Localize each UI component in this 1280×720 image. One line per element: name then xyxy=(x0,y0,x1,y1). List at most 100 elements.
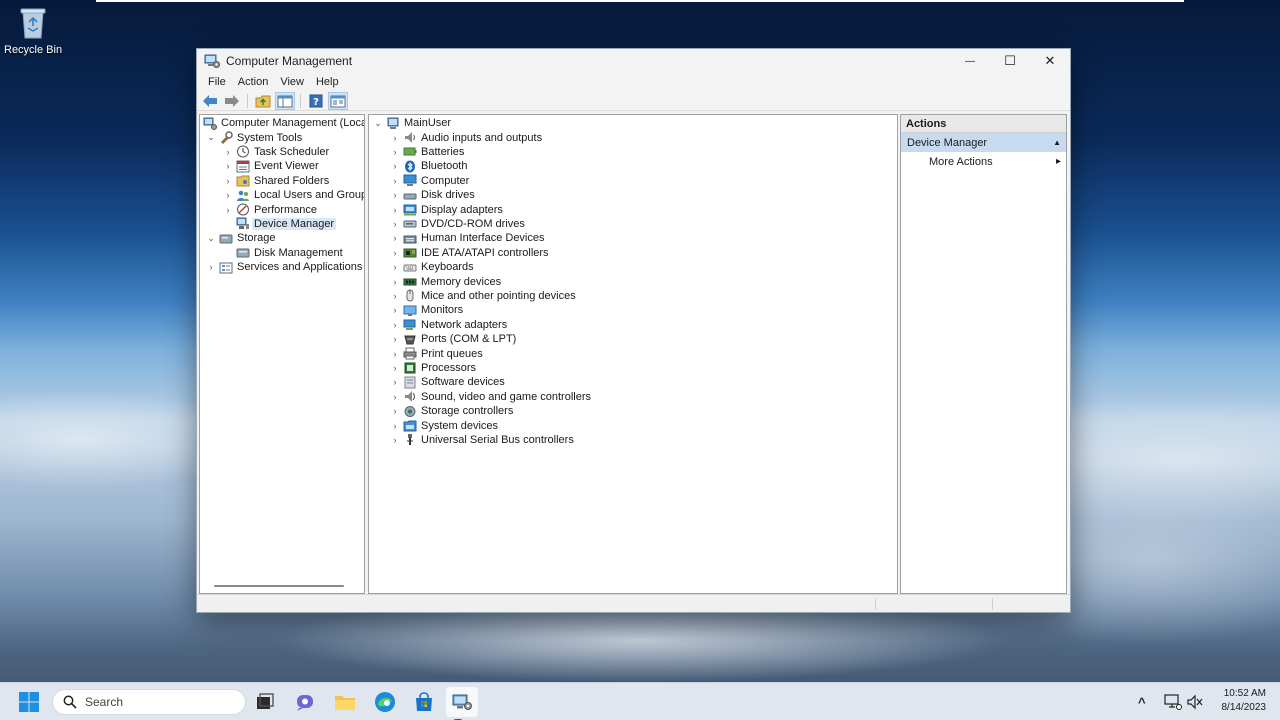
menu-file[interactable]: File xyxy=(202,76,232,88)
collapsed-chevron-icon[interactable]: › xyxy=(223,147,233,157)
collapsed-chevron-icon[interactable]: › xyxy=(390,147,400,157)
maximize-button[interactable]: ☐ xyxy=(990,49,1030,73)
console-tree-item[interactable]: › Shared Folders xyxy=(223,174,329,188)
device-tree-root[interactable]: ⌄ MainUser xyxy=(373,116,451,130)
collapsed-chevron-icon[interactable] xyxy=(223,248,233,258)
back-button[interactable] xyxy=(200,92,220,110)
edge-browser-button[interactable] xyxy=(373,690,397,714)
device-category-item[interactable]: › Display adapters xyxy=(390,202,503,216)
collapsed-chevron-icon[interactable]: › xyxy=(390,176,400,186)
expanded-chevron-icon[interactable]: ⌄ xyxy=(206,233,216,243)
console-tree-item[interactable]: ⌄ System Tools xyxy=(206,130,302,145)
device-category-item[interactable]: › Print queues xyxy=(390,346,483,360)
menu-action[interactable]: Action xyxy=(232,76,275,88)
device-category-item[interactable]: › Batteries xyxy=(390,145,465,159)
menu-help[interactable]: Help xyxy=(310,76,345,88)
menu-view[interactable]: View xyxy=(274,76,310,88)
collapsed-chevron-icon[interactable]: › xyxy=(223,176,233,186)
recycle-bin-desktop-icon[interactable]: Recycle Bin xyxy=(4,6,62,56)
device-category-item[interactable]: › Universal Serial Bus controllers xyxy=(390,433,574,447)
console-tree-item[interactable]: Disk Management xyxy=(223,246,343,260)
collapsed-chevron-icon[interactable]: › xyxy=(390,305,400,315)
device-category-item[interactable]: › Monitors xyxy=(390,303,464,317)
device-category-item[interactable]: › Processors xyxy=(390,361,476,375)
device-tree-pane[interactable]: ⌄ MainUser › Audio inputs and outputs › Batte… xyxy=(368,114,898,594)
device-category-item[interactable]: › Computer xyxy=(390,174,469,188)
collapsed-chevron-icon[interactable]: › xyxy=(390,406,400,416)
collapsed-chevron-icon[interactable]: › xyxy=(390,291,400,301)
task-view-button[interactable] xyxy=(253,690,277,714)
expanded-chevron-icon[interactable]: ⌄ xyxy=(206,132,216,143)
show-hide-console-tree-button[interactable] xyxy=(275,91,295,110)
show-hidden-icons-button[interactable]: ^ xyxy=(1138,683,1146,720)
minimize-button[interactable]: — xyxy=(950,49,990,73)
network-status-button[interactable] xyxy=(1164,683,1182,720)
collapsed-chevron-icon[interactable]: › xyxy=(390,233,400,243)
collapsed-chevron-icon[interactable]: › xyxy=(390,161,400,171)
close-button[interactable]: ✕ xyxy=(1030,49,1070,73)
collapsed-chevron-icon[interactable] xyxy=(223,219,233,229)
start-button[interactable] xyxy=(17,690,41,714)
collapsed-chevron-icon[interactable]: › xyxy=(390,248,400,258)
properties-button[interactable] xyxy=(328,91,348,110)
collapsed-chevron-icon[interactable]: › xyxy=(390,205,400,215)
help-button[interactable]: ? xyxy=(306,92,326,110)
device-category-item[interactable]: › System devices xyxy=(390,418,498,432)
device-category-item[interactable]: › Audio inputs and outputs xyxy=(390,130,543,144)
teams-chat-button[interactable] xyxy=(294,690,318,714)
collapsed-chevron-icon[interactable]: › xyxy=(223,205,233,215)
collapsed-chevron-icon[interactable]: › xyxy=(390,334,400,344)
device-category-item[interactable]: › Storage controllers xyxy=(390,404,514,418)
console-tree-item[interactable]: ⌄ Storage xyxy=(206,231,275,245)
forward-button[interactable] xyxy=(222,92,242,110)
collapsed-chevron-icon[interactable]: › xyxy=(390,190,400,200)
console-tree-pane[interactable]: Computer Management (Local ⌄ System Tools ›… xyxy=(199,114,365,594)
device-category-item[interactable]: › Keyboards xyxy=(390,260,474,274)
device-category-item[interactable]: › Disk drives xyxy=(390,188,475,202)
collapsed-chevron-icon[interactable]: › xyxy=(390,320,400,330)
collapsed-chevron-icon[interactable]: › xyxy=(390,133,400,143)
file-explorer-button[interactable] xyxy=(333,690,357,714)
microsoft-store-button[interactable] xyxy=(412,690,436,714)
device-category-item[interactable]: › Network adapters xyxy=(390,318,508,332)
console-tree-item[interactable]: › Local Users and Groups xyxy=(223,188,365,202)
device-category-item[interactable]: › Sound, video and game controllers xyxy=(390,390,592,404)
console-tree-item[interactable]: › Task Scheduler xyxy=(223,145,329,159)
collapsed-chevron-icon[interactable]: › xyxy=(390,349,400,359)
device-category-item[interactable]: › Memory devices xyxy=(390,274,502,288)
console-tree-item[interactable]: Device Manager xyxy=(223,217,337,231)
collapsed-chevron-icon[interactable]: › xyxy=(390,377,400,387)
taskbar-clock[interactable]: 10:52 AM 8/14/2023 xyxy=(1222,687,1267,715)
collapsed-chevron-icon[interactable]: › xyxy=(390,435,400,445)
title-bar[interactable]: Computer Management — ☐ ✕ xyxy=(197,49,1070,73)
taskbar-search-box[interactable]: Search xyxy=(52,689,246,715)
collapsed-chevron-icon[interactable]: › xyxy=(390,363,400,373)
device-category-item[interactable]: › IDE ATA/ATAPI controllers xyxy=(390,246,549,260)
collapsed-chevron-icon[interactable]: › xyxy=(390,262,400,272)
device-category-item[interactable]: › Mice and other pointing devices xyxy=(390,289,576,303)
up-one-level-button[interactable] xyxy=(253,92,273,110)
collapse-up-icon[interactable]: ▲ xyxy=(1053,138,1061,147)
device-category-item[interactable]: › Ports (COM & LPT) xyxy=(390,332,517,346)
collapsed-chevron-icon[interactable]: › xyxy=(390,277,400,287)
volume-button[interactable] xyxy=(1186,683,1204,720)
device-category-item[interactable]: › Human Interface Devices xyxy=(390,231,545,245)
computer-management-taskbar-button[interactable] xyxy=(446,687,478,720)
console-tree-item[interactable]: › Services and Applications xyxy=(206,260,362,274)
collapsed-chevron-icon[interactable]: › xyxy=(390,421,400,431)
console-tree-item[interactable]: › Event Viewer xyxy=(223,159,319,173)
collapsed-chevron-icon[interactable]: › xyxy=(390,392,400,402)
collapsed-chevron-icon[interactable]: › xyxy=(206,262,216,272)
device-category-item[interactable]: › Bluetooth xyxy=(390,159,467,173)
device-category-item[interactable]: › DVD/CD-ROM drives xyxy=(390,217,525,231)
collapsed-chevron-icon[interactable]: › xyxy=(223,190,233,200)
console-tree-item[interactable]: › Performance xyxy=(223,202,317,216)
more-actions-item[interactable]: More Actions ▸ xyxy=(901,152,1066,171)
console-tree-item[interactable]: Computer Management (Local xyxy=(203,116,364,130)
expanded-chevron-icon[interactable]: ⌄ xyxy=(373,118,383,128)
horizontal-scrollbar[interactable] xyxy=(214,585,344,587)
collapsed-chevron-icon[interactable]: › xyxy=(223,161,233,171)
collapsed-chevron-icon[interactable]: › xyxy=(390,219,400,229)
device-category-item[interactable]: › Software devices xyxy=(390,375,505,389)
actions-section-device-manager[interactable]: Device Manager ▲ xyxy=(901,133,1066,152)
